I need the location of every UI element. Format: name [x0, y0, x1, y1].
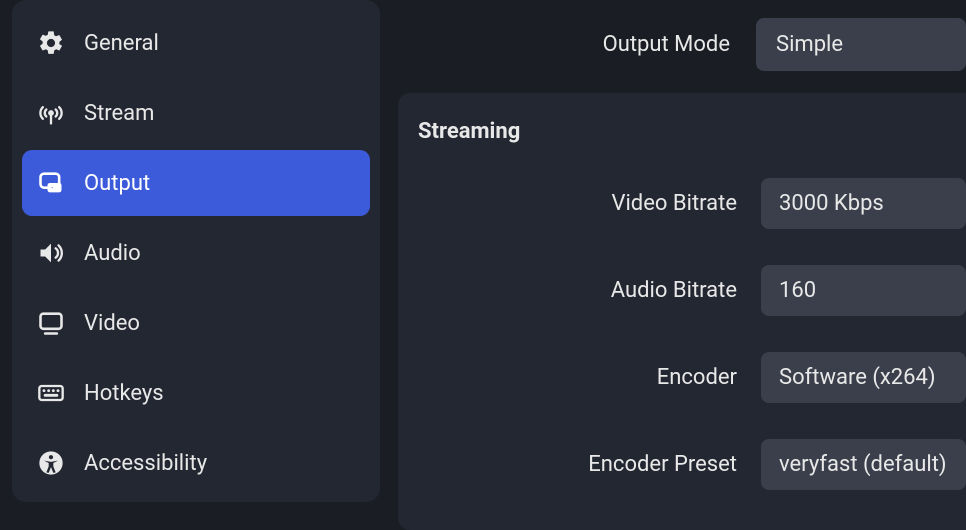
speaker-icon [36, 238, 66, 268]
encoder-preset-label: Encoder Preset [418, 452, 737, 477]
sidebar-item-general[interactable]: General [22, 10, 370, 76]
sidebar-item-hotkeys[interactable]: Hotkeys [22, 360, 370, 426]
sidebar-item-label: Video [84, 311, 140, 336]
sidebar-item-label: Audio [84, 241, 141, 266]
sidebar-item-video[interactable]: Video [22, 290, 370, 356]
audio-bitrate-field[interactable]: 160 [761, 265, 966, 316]
audio-bitrate-row: Audio Bitrate 160 [418, 265, 966, 316]
audio-bitrate-label: Audio Bitrate [418, 278, 737, 303]
encoder-field[interactable]: Software (x264) [761, 352, 966, 403]
sidebar-item-label: General [84, 31, 159, 56]
sidebar-item-label: Hotkeys [84, 381, 164, 406]
sidebar-item-audio[interactable]: Audio [22, 220, 370, 286]
encoder-preset-row: Encoder Preset veryfast (default) [418, 439, 966, 490]
output-icon [36, 168, 66, 198]
sidebar-item-label: Output [84, 171, 150, 196]
sidebar-item-accessibility[interactable]: Accessibility [22, 430, 370, 496]
settings-sidebar: General Stream Output Audio Video Hotkey… [12, 0, 380, 502]
streaming-title: Streaming [418, 119, 966, 144]
monitor-icon [36, 308, 66, 338]
output-mode-label: Output Mode [398, 32, 736, 57]
keyboard-icon [36, 378, 66, 408]
encoder-label: Encoder [418, 365, 737, 390]
accessibility-icon [36, 448, 66, 478]
sidebar-item-output[interactable]: Output [22, 150, 370, 216]
encoder-row: Encoder Software (x264) [418, 352, 966, 403]
gear-icon [36, 28, 66, 58]
output-mode-select[interactable]: Simple [756, 18, 966, 71]
streaming-panel: Streaming Video Bitrate 3000 Kbps Audio … [398, 93, 966, 530]
sidebar-item-label: Stream [84, 101, 154, 126]
output-mode-row: Output Mode Simple [398, 0, 966, 93]
video-bitrate-label: Video Bitrate [418, 191, 737, 216]
sidebar-item-label: Accessibility [84, 451, 207, 476]
sidebar-item-stream[interactable]: Stream [22, 80, 370, 146]
antenna-icon [36, 98, 66, 128]
video-bitrate-row: Video Bitrate 3000 Kbps [418, 178, 966, 229]
main-content: Output Mode Simple Streaming Video Bitra… [392, 0, 966, 502]
video-bitrate-field[interactable]: 3000 Kbps [761, 178, 966, 229]
encoder-preset-field[interactable]: veryfast (default) [761, 439, 966, 490]
